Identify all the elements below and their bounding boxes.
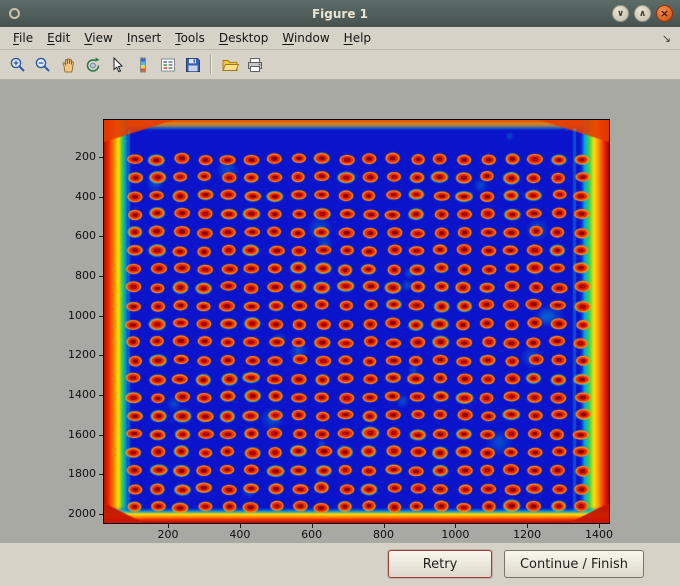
figure-canvas-area: 200 400 600 800 1000 1200 1400 1600 1800 2000 200 4… — [0, 80, 680, 543]
y-tick-label: 1200 — [68, 348, 96, 362]
x-tick-mark — [168, 524, 169, 528]
minimize-button[interactable]: ∨ — [612, 5, 629, 22]
y-tick-mark — [99, 474, 103, 476]
bottom-bar: Retry Continue / Finish — [0, 543, 680, 586]
y-tick-label: 200 — [75, 150, 96, 163]
y-tick-label: 800 — [75, 269, 96, 282]
x-tick-label: 800 — [373, 528, 394, 541]
zoom-out-icon — [34, 56, 52, 74]
close-icon: × — [659, 7, 670, 20]
x-tick-label: 1000 — [441, 528, 470, 541]
open-file-button[interactable] — [217, 52, 242, 77]
x-tick-mark — [527, 524, 529, 528]
minimize-icon: ∨ — [616, 8, 625, 19]
menu-item-desktop[interactable]: Desktop — [212, 29, 276, 47]
x-tick-label: 600 — [301, 528, 323, 541]
menu-item-file[interactable]: File — [6, 29, 40, 47]
continue-finish-button[interactable]: Continue / Finish — [504, 550, 644, 578]
x-tick-mark — [311, 524, 313, 528]
pan-hand-icon — [59, 56, 77, 74]
insert-legend-button[interactable] — [155, 52, 180, 77]
printer-icon — [246, 56, 264, 74]
insert-colorbar-button[interactable] — [130, 52, 155, 77]
x-tick-label: 400 — [229, 528, 251, 541]
y-tick-label: 1000 — [68, 308, 96, 322]
y-tick-mark — [99, 434, 103, 436]
window-title: Figure 1 — [311, 6, 369, 21]
y-tick-label: 2000 — [68, 507, 96, 520]
menubar: File Edit View Insert Tools Desktop Window Help… — [0, 27, 680, 50]
maximize-icon: ∧ — [638, 8, 647, 19]
retry-button[interactable]: Retry — [388, 550, 492, 578]
y-tick-mark — [99, 395, 103, 396]
figure-window: Figure 1 ∨ ∧ × File Edit View Insert Tools De… — [0, 0, 680, 586]
x-tick-mark — [599, 524, 600, 528]
close-button[interactable]: × — [656, 5, 673, 22]
titlebar[interactable]: Figure 1 ∨ ∧ × — [0, 0, 680, 27]
y-tick-label: 1800 — [68, 467, 96, 481]
y-tick-mark — [99, 157, 103, 158]
pan-button[interactable] — [55, 52, 80, 77]
menu-item-view[interactable]: View — [77, 29, 119, 47]
open-folder-icon — [221, 56, 239, 74]
x-tick-label: 200 — [157, 528, 179, 541]
menu-items: File Edit View Insert Tools Desktop Window Help — [6, 29, 378, 47]
menu-item-help[interactable]: Help — [337, 29, 378, 47]
zoom-in-button[interactable] — [5, 52, 30, 77]
x-tick-label: 1200 — [513, 528, 542, 541]
data-cursor-button[interactable] — [105, 52, 130, 77]
dock-figure-icon[interactable]: ↘ — [662, 32, 671, 45]
y-tick-label: 600 — [75, 229, 96, 243]
y-tick-mark — [99, 514, 103, 515]
y-tick-label: 1600 — [68, 427, 96, 441]
save-figure-button[interactable] — [180, 52, 205, 77]
y-tick-mark — [99, 196, 103, 198]
heatmap-image[interactable] — [104, 120, 609, 523]
x-tick-mark — [383, 524, 385, 528]
menu-item-window[interactable]: Window — [275, 29, 336, 47]
data-cursor-icon — [109, 56, 127, 74]
legend-icon — [159, 56, 177, 74]
zoom-in-icon — [9, 56, 27, 74]
print-figure-button[interactable] — [242, 52, 267, 77]
plot-axes — [103, 119, 610, 524]
x-tick-mark — [455, 524, 457, 528]
rotate-3d-button[interactable] — [80, 52, 105, 77]
menu-item-edit[interactable]: Edit — [40, 29, 77, 47]
y-tick-mark — [99, 355, 103, 357]
window-controls: ∨ ∧ × — [612, 5, 673, 22]
y-tick-mark — [99, 276, 103, 277]
toolbar — [0, 50, 680, 80]
y-tick-mark — [99, 236, 103, 238]
save-icon — [184, 56, 202, 74]
window-menu-icon[interactable] — [9, 8, 20, 19]
y-tick-label: 1400 — [68, 388, 96, 401]
x-tick-mark — [239, 524, 241, 528]
y-tick-label: 400 — [75, 189, 96, 203]
zoom-out-button[interactable] — [30, 52, 55, 77]
y-tick-mark — [99, 315, 103, 317]
toolbar-separator — [210, 55, 212, 74]
x-tick-label: 1400 — [585, 528, 613, 541]
colorbar-icon — [134, 56, 152, 74]
menu-item-insert[interactable]: Insert — [120, 29, 168, 47]
rotate-3d-icon — [84, 56, 102, 74]
maximize-button[interactable]: ∧ — [634, 5, 651, 22]
menu-item-tools[interactable]: Tools — [168, 29, 212, 47]
